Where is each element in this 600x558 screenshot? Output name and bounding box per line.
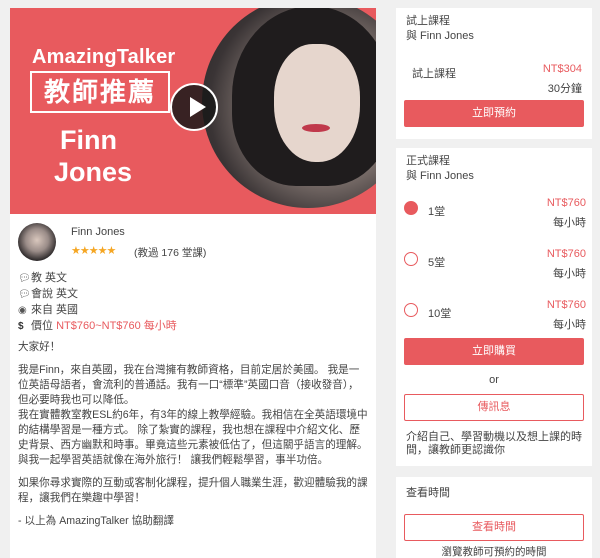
tutor-photo <box>202 8 376 208</box>
from-row: ◉ 來自 英國 <box>18 302 376 318</box>
message-hint: 介紹自己、學習動機以及想上課的時間，讓教師更認識你 <box>406 431 582 456</box>
package-label: 10堂 <box>428 308 452 320</box>
formal-lesson-card: 正式課程 與 Finn Jones 1堂 NT$760 每小時 5堂 NT$76… <box>396 148 592 466</box>
radio-icon[interactable] <box>404 252 418 266</box>
formal-title: 正式課程 <box>406 155 450 167</box>
location-pin-icon: ◉ <box>18 305 27 316</box>
play-icon[interactable] <box>170 83 218 131</box>
buy-now-button[interactable]: 立即購買 <box>404 338 584 365</box>
bio-paragraph-3: 如果你尋求實際的互動或客制化課程，提升個人職業生涯，歡迎體驗我的課程，讓我們在樂… <box>18 477 368 504</box>
book-now-button[interactable]: 立即預約 <box>404 100 584 127</box>
bio-paragraph-2: 我在實體教室教ESL約6年，有3年的線上教學經驗。我相信在全英語環境中的結構學習… <box>18 409 368 466</box>
intro-video[interactable]: AmazingTalker 教師推薦 Finn Jones <box>10 8 376 214</box>
package-price: NT$760 <box>546 299 586 311</box>
package-price: NT$760 <box>546 197 586 209</box>
package-option-5[interactable]: 5堂 NT$760 每小時 <box>404 248 586 288</box>
package-price: NT$760 <box>546 248 586 260</box>
view-schedule-button[interactable]: 查看時間 <box>404 514 584 541</box>
bio-paragraph-1: 我是Finn，來自英國，我在台灣擁有教師資格，目前定居於美國。 我是一位英語母語… <box>18 364 360 406</box>
tutor-header: Finn Jones ★★★★★ (教過 176 堂課) <box>10 214 376 264</box>
schedule-title: 查看時間 <box>406 487 450 499</box>
avatar <box>18 223 56 261</box>
package-unit: 每小時 <box>553 217 586 229</box>
trial-price: NT$304 <box>542 63 582 75</box>
lesson-count: (教過 176 堂課) <box>134 247 207 259</box>
package-option-10[interactable]: 10堂 NT$760 每小時 <box>404 299 586 339</box>
trial-label: 試上課程 <box>412 68 456 80</box>
trial-subtitle: 與 Finn Jones <box>406 30 474 42</box>
brand-logo-text: AmazingTalker <box>32 46 176 68</box>
from-text: 來自 英國 <box>31 304 79 316</box>
tutor-info: 💬︎教 英文 💬︎會說 英文 ◉ 來自 英國 $ 價位 NT$760~NT$760 … <box>10 264 376 334</box>
formal-subtitle: 與 Finn Jones <box>406 170 474 182</box>
video-name-last: Jones <box>54 157 133 187</box>
tutor-bio: 大家好！ 我是Finn，來自英國，我在台灣擁有教師資格，目前定居於美國。 我是一… <box>10 334 376 529</box>
schedule-note: 瀏覽教師可預約的時間 <box>441 546 547 558</box>
package-unit: 每小時 <box>553 319 586 331</box>
trial-title: 試上課程 <box>406 15 450 27</box>
trial-duration: 30分鐘 <box>547 83 582 95</box>
schedule-card: 查看時間 查看時間 瀏覽教師可預約的時間 <box>396 477 592 558</box>
package-unit: 每小時 <box>553 268 586 280</box>
tutor-profile-panel: AmazingTalker 教師推薦 Finn Jones Finn Jones… <box>10 8 376 558</box>
speech-bubble-icon: 💬︎ <box>18 273 31 284</box>
price-range: NT$760~NT$760 每小時 <box>56 320 177 332</box>
recommended-badge: 教師推薦 <box>30 71 170 113</box>
radio-selected-icon[interactable] <box>404 201 418 215</box>
bio-translation-note: - 以上為 AmazingTalker 協助翻譯 <box>18 515 174 527</box>
bio-greeting: 大家好！ <box>18 341 61 353</box>
radio-icon[interactable] <box>404 303 418 317</box>
video-name-first: Finn <box>60 125 117 155</box>
speaks-text: 會說 英文 <box>31 288 79 300</box>
send-message-button[interactable]: 傳訊息 <box>404 394 584 421</box>
package-label: 1堂 <box>428 206 446 218</box>
speaks-row: 💬︎會說 英文 <box>18 286 376 302</box>
tutor-name: Finn Jones <box>71 226 125 238</box>
trial-lesson-card: 試上課程 與 Finn Jones 試上課程 NT$304 30分鐘 立即預約 <box>396 8 592 139</box>
package-label: 5堂 <box>428 257 446 269</box>
package-option-1[interactable]: 1堂 NT$760 每小時 <box>404 197 586 237</box>
or-divider: or <box>489 374 499 386</box>
speech-bubble-icon: 💬︎ <box>18 289 31 300</box>
price-row: $ 價位 NT$760~NT$760 每小時 <box>18 318 376 334</box>
rating-stars-icon: ★★★★★ <box>71 245 116 257</box>
dollar-icon: $ <box>18 321 24 332</box>
teaches-text: 教 英文 <box>31 272 68 284</box>
price-label: 價位 <box>31 320 53 332</box>
teaches-row: 💬︎教 英文 <box>18 270 376 286</box>
